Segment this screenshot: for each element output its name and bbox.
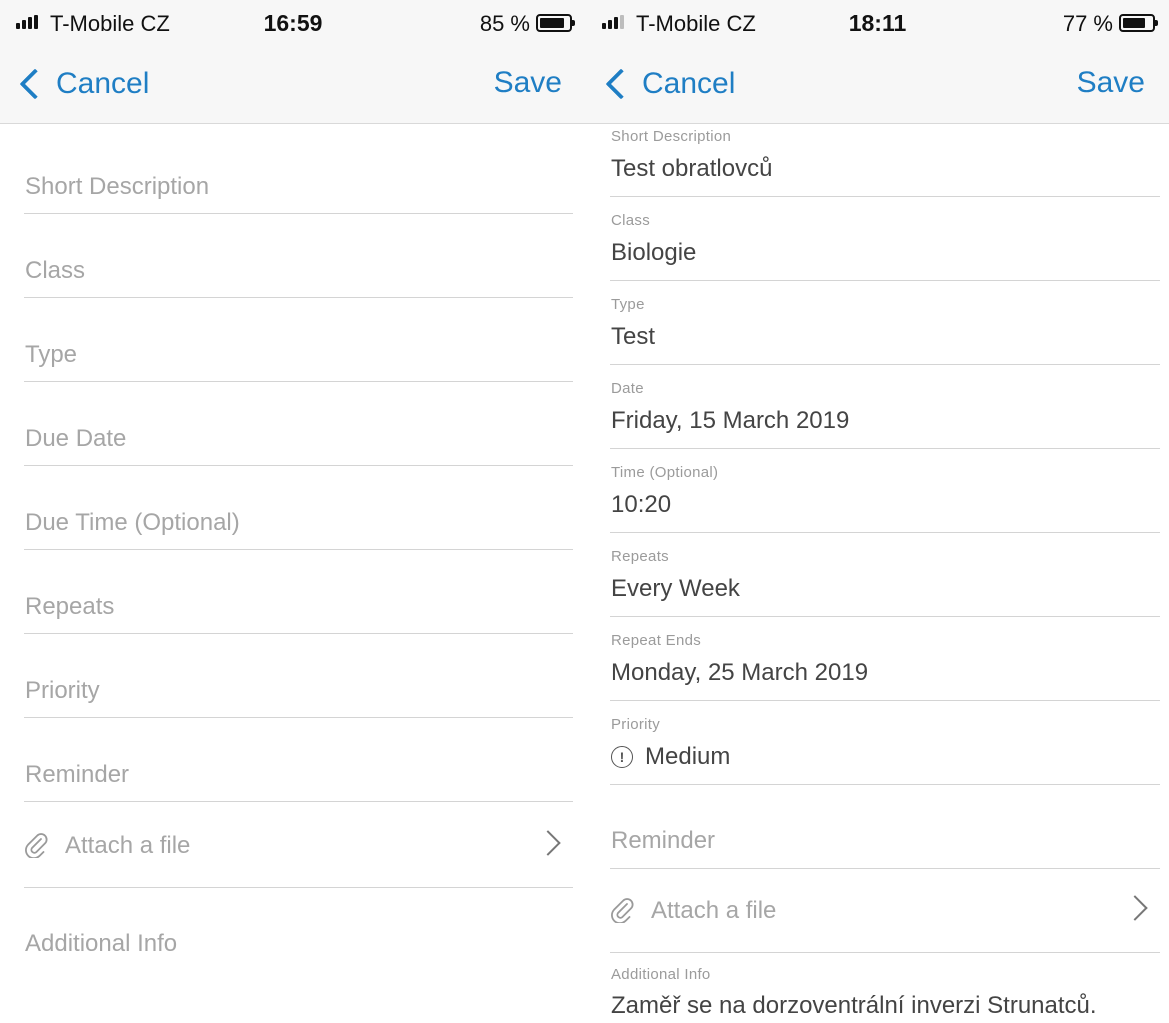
field-value: 10:20	[611, 491, 672, 518]
field-value: Biologie	[611, 239, 697, 266]
attach-file-label: Attach a file	[65, 832, 191, 859]
navigation-bar: Cancel Save	[0, 48, 586, 120]
time-field[interactable]: Time (Optional) 10:20	[610, 449, 1160, 533]
type-placeholder: Type	[25, 341, 78, 368]
due-time-placeholder: Due Time (Optional)	[25, 509, 240, 536]
cancel-button[interactable]: Cancel	[602, 62, 735, 106]
class-placeholder: Class	[25, 257, 86, 284]
field-value: Test obratlovců	[611, 155, 773, 182]
class-field[interactable]: Class Biologie	[610, 197, 1160, 281]
chevron-left-icon	[605, 68, 637, 100]
field-value: ! Medium	[611, 743, 730, 771]
battery-icon	[536, 14, 575, 32]
type-field[interactable]: Type	[24, 298, 573, 382]
cancel-label: Cancel	[56, 67, 150, 100]
priority-field[interactable]: Priority ! Medium	[610, 701, 1160, 785]
paperclip-icon	[25, 833, 48, 858]
attach-file-label: Attach a file	[651, 897, 777, 924]
top-bar: T-Mobile CZ 16:59 85 % Cancel Save	[0, 0, 586, 124]
due-time-field[interactable]: Due Time (Optional)	[24, 466, 573, 550]
field-value: Test	[611, 323, 656, 350]
battery-icon	[1119, 14, 1158, 32]
due-date-field[interactable]: Due Date	[24, 382, 573, 466]
date-field[interactable]: Date Friday, 15 March 2019	[610, 365, 1160, 449]
battery-percentage: 77 %	[1062, 11, 1113, 36]
battery-percentage: 85 %	[479, 11, 530, 36]
field-label: Repeats	[611, 548, 669, 565]
additional-info-field[interactable]: Additional Info	[25, 930, 177, 958]
field-value: Monday, 25 March 2019	[611, 659, 869, 686]
field-label: Additional Info	[611, 966, 711, 983]
field-value: Friday, 15 March 2019	[611, 407, 850, 434]
comparison-stage: T-Mobile CZ 16:59 85 % Cancel Save Short…	[0, 0, 1169, 1023]
field-label: Date	[611, 380, 644, 397]
reminder-placeholder: Reminder	[611, 827, 716, 854]
status-bar: T-Mobile CZ 16:59 85 %	[0, 0, 586, 48]
field-label: Repeat Ends	[611, 632, 702, 649]
repeats-placeholder: Repeats	[25, 593, 115, 620]
repeats-field[interactable]: Repeats Every Week	[610, 533, 1160, 617]
save-button[interactable]: Save	[1077, 66, 1145, 100]
priority-field[interactable]: Priority	[24, 634, 573, 718]
due-date-placeholder: Due Date	[25, 425, 127, 452]
attach-file-row[interactable]: Attach a file	[24, 802, 573, 888]
field-label: Time (Optional)	[611, 464, 719, 481]
reminder-field[interactable]: Reminder	[24, 718, 573, 802]
field-label: Class	[611, 212, 651, 229]
field-label: Short Description	[611, 128, 732, 145]
type-field[interactable]: Type Test	[610, 281, 1160, 365]
chevron-right-icon	[1122, 895, 1148, 921]
paperclip-icon	[611, 898, 634, 923]
field-value: Every Week	[611, 575, 740, 602]
save-button[interactable]: Save	[494, 66, 562, 100]
class-field[interactable]: Class	[24, 214, 573, 298]
navigation-bar: Cancel Save	[586, 48, 1169, 120]
priority-value: Medium	[645, 743, 731, 770]
reminder-placeholder: Reminder	[25, 761, 130, 788]
attach-file-row[interactable]: Attach a file	[610, 867, 1160, 953]
repeat-ends-field[interactable]: Repeat Ends Monday, 25 March 2019	[610, 617, 1160, 701]
status-bar: T-Mobile CZ 18:11 77 %	[586, 0, 1169, 48]
short-description-placeholder: Short Description	[25, 173, 210, 200]
priority-placeholder: Priority	[25, 677, 100, 704]
field-label: Priority	[611, 716, 661, 733]
chevron-left-icon	[19, 68, 51, 100]
repeats-field[interactable]: Repeats	[24, 550, 573, 634]
top-bar: T-Mobile CZ 18:11 77 % Cancel Save	[586, 0, 1169, 124]
screen-empty-form: T-Mobile CZ 16:59 85 % Cancel Save Short…	[0, 0, 586, 1023]
screen-filled-form: T-Mobile CZ 18:11 77 % Cancel Save Short…	[586, 0, 1169, 1023]
alert-circle-icon: !	[611, 746, 633, 768]
short-description-field[interactable]: Short Description	[24, 130, 573, 214]
field-value: Zaměř se na dorzoventrální inverzi Strun…	[611, 992, 1097, 1019]
reminder-field[interactable]: Reminder	[610, 785, 1160, 869]
cancel-label: Cancel	[642, 67, 736, 100]
chevron-right-icon	[535, 830, 561, 856]
field-label: Type	[611, 296, 645, 313]
cancel-button[interactable]: Cancel	[16, 62, 149, 106]
short-description-field[interactable]: Short Description Test obratlovců	[610, 113, 1160, 197]
